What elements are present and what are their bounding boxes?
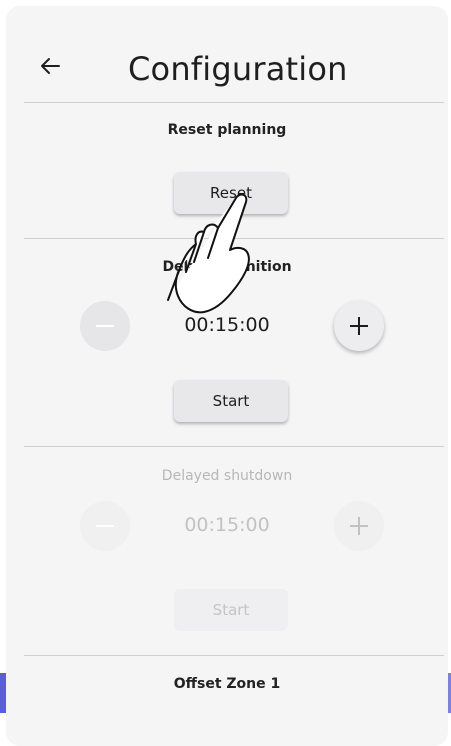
divider — [24, 446, 444, 447]
delayed-ignition-title: Delayed ignition — [162, 259, 292, 275]
shutdown-start-button[interactable]: Start — [174, 589, 288, 631]
back-arrow-icon[interactable] — [34, 50, 66, 82]
delayed-shutdown-title: Delayed shutdown — [161, 468, 293, 484]
plus-icon — [350, 317, 368, 335]
divider — [24, 102, 444, 103]
ignition-increment-button[interactable] — [334, 301, 384, 351]
ignition-start-button[interactable]: Start — [174, 380, 288, 422]
divider — [24, 655, 444, 656]
reset-planning-title: Reset planning — [167, 122, 287, 138]
reset-button[interactable]: Reset — [174, 172, 288, 214]
divider — [24, 238, 444, 239]
offset-zone-title: Offset Zone 1 — [173, 676, 281, 692]
configuration-card: Configuration Reset planning Reset Delay… — [6, 6, 448, 746]
page-title: Configuration — [128, 50, 348, 88]
shutdown-increment-button[interactable] — [334, 501, 384, 551]
plus-icon — [350, 517, 368, 535]
header: Configuration — [6, 6, 448, 106]
